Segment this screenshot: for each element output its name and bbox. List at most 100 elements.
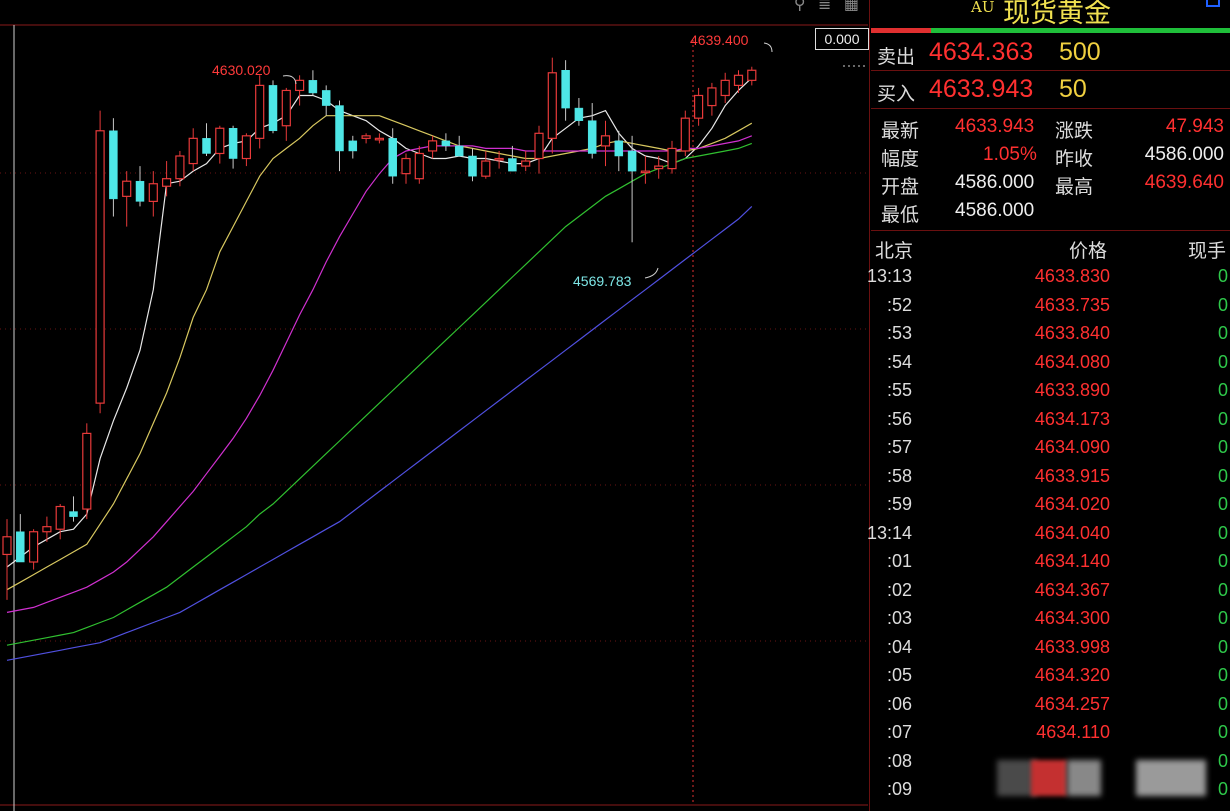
divider (871, 108, 1230, 109)
annotation-high-left: 4630.020 (212, 62, 271, 78)
candle-body-up (281, 89, 291, 127)
tick-price: 4634.110 (1036, 722, 1110, 742)
tick-row: :03 4634.300 0 (871, 606, 1230, 634)
tick-row: :55 4633.890 0 (871, 378, 1230, 406)
candle-body-down (321, 90, 331, 106)
ma-line-ma10 (6, 115, 753, 591)
tick-price: 4633.915 (1034, 465, 1110, 486)
tick-volume: 0 (1217, 380, 1228, 400)
prev-close-label: 昨收 (1055, 149, 1094, 170)
buy-volume: 50 (1059, 75, 1087, 103)
tick-volume: 0 (1217, 750, 1228, 771)
annotation-arrow (644, 267, 659, 279)
tick-volume: 0 (1217, 779, 1228, 799)
ticks-header-time: 北京 (875, 241, 914, 262)
candle-body-up (295, 79, 305, 92)
sell-row: 卖出 4634.363 500 (871, 36, 1230, 70)
candle-body-up (414, 152, 424, 180)
candle-body-down (335, 105, 344, 152)
candle-body-up (707, 87, 717, 107)
ticks-header-volume: 现手 (1187, 241, 1226, 262)
low-label: 最低 (881, 205, 920, 226)
candle-body-up (600, 135, 611, 147)
candle-body-up (640, 170, 651, 174)
tick-time: :02 (886, 579, 912, 600)
tick-time: :06 (886, 693, 912, 714)
kline-chart[interactable]: ⚲ ≣ ▦ 0.000 4630.020 4639.400 4569.783 (0, 0, 870, 811)
open-label: 开盘 (881, 177, 920, 198)
sell-price: 4634.363 (929, 38, 1034, 66)
high-label: 最高 (1055, 177, 1094, 198)
candle-body-down (202, 138, 211, 154)
tick-volume: 0 (1217, 266, 1228, 286)
tick-row: :52 4633.735 0 (871, 293, 1230, 321)
buy-label: 买入 (877, 84, 916, 105)
tick-time: :52 (886, 294, 912, 315)
low-value: 4586.000 (955, 200, 1035, 221)
candle-body-up (428, 140, 438, 152)
tick-price: 4634.020 (1034, 494, 1110, 514)
tick-row: 13:13 4633.830 0 (867, 264, 1230, 292)
candle-body-up (2, 536, 12, 556)
candle-body-up (401, 157, 411, 175)
candle-body-up (55, 505, 65, 530)
tick-row: :06 4634.257 0 (871, 692, 1230, 720)
annotation-low: 4569.783 (573, 273, 632, 289)
candle-body-up (175, 155, 185, 180)
change-label: 涨跌 (1055, 121, 1094, 142)
latest-label: 最新 (881, 121, 920, 142)
range-label: 幅度 (881, 149, 920, 170)
tick-price: 4634.140 (1034, 551, 1110, 571)
candle-body-up (733, 74, 744, 86)
scale-readout: 0.000 (815, 28, 869, 50)
tick-volume: 0 (1217, 693, 1228, 714)
tick-price: 4634.367 (1034, 579, 1110, 600)
tick-price: 4634.257 (1034, 693, 1110, 714)
window-icon[interactable] (1206, 0, 1220, 7)
tick-time: :59 (886, 494, 912, 514)
tick-row: :05 4634.320 0 (871, 663, 1230, 691)
candle-body-up (162, 178, 172, 187)
candle-body-up (720, 79, 730, 97)
tick-price: 4634.080 (1034, 351, 1110, 372)
buy-row: 买入 4633.943 50 (871, 73, 1230, 107)
tick-row: :58 4633.915 0 (871, 464, 1230, 492)
blurred-watermark (1136, 760, 1206, 796)
tick-time: :05 (886, 665, 912, 685)
tick-time: :04 (886, 636, 912, 657)
candle-body-down (587, 120, 597, 154)
tick-price: 4633.830 (1034, 266, 1110, 286)
candle-body-up (494, 157, 504, 161)
tick-volume: 0 (1217, 323, 1228, 343)
tick-time: :57 (886, 437, 912, 457)
blurred-watermark (1067, 760, 1101, 796)
candle-body-up (82, 432, 92, 510)
chart-tool-icons[interactable]: ⚲ ≣ ▦ (794, 0, 863, 13)
tick-volume: 0 (1217, 437, 1228, 457)
candle-body-up (148, 183, 158, 202)
tick-volume: 0 (1217, 408, 1228, 429)
tick-time: :58 (886, 465, 912, 486)
tick-row: 13:14 4634.040 0 (867, 521, 1230, 549)
tick-row: :04 4633.998 0 (871, 635, 1230, 663)
candlestick-chart-svg[interactable] (0, 0, 870, 811)
ma-line-ma40 (6, 142, 753, 646)
chart-toolbar[interactable]: ⚲ ≣ ▦ (794, 0, 863, 14)
open-value: 4586.000 (955, 172, 1035, 193)
sell-label: 卖出 (877, 47, 916, 68)
tick-volume: 0 (1217, 608, 1228, 628)
tick-time: :56 (886, 408, 912, 429)
change-value: 47.943 (1165, 116, 1224, 137)
tick-time: :55 (886, 380, 912, 400)
sell-volume: 500 (1059, 38, 1101, 66)
candle-body-down (16, 531, 25, 563)
tick-row: :53 4633.840 0 (871, 321, 1230, 349)
candle-body-up (374, 137, 384, 141)
tick-volume: 0 (1217, 665, 1228, 685)
candle-body-down (454, 145, 464, 157)
title-underline-red (871, 28, 931, 33)
divider (871, 230, 1230, 231)
tick-time: :07 (886, 722, 912, 742)
candle-body-up (29, 531, 39, 563)
high-value: 4639.640 (1144, 172, 1224, 193)
